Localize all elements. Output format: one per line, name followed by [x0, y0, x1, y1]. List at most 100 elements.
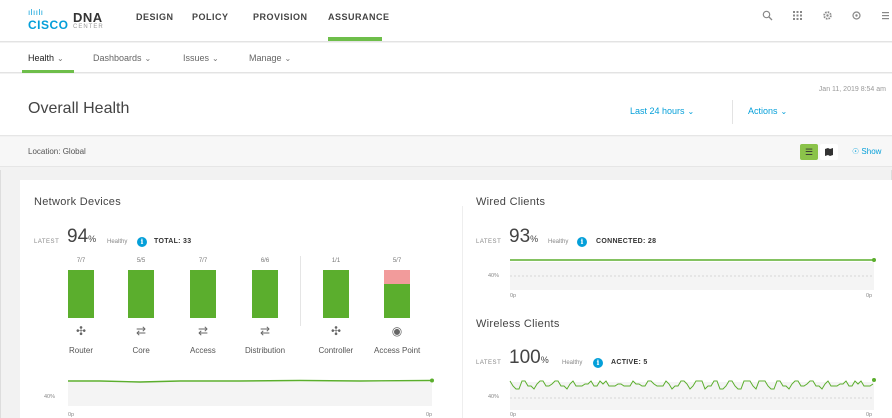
- unhealthy-segment: [384, 270, 410, 284]
- device-group-divider: [300, 256, 301, 326]
- latest-label: LATEST: [476, 239, 502, 245]
- device-health-bar[interactable]: [384, 270, 410, 318]
- device-health-bar[interactable]: [190, 270, 216, 318]
- device-category-label: Access: [190, 346, 216, 355]
- device-category-label: Access Point: [374, 346, 421, 355]
- wired-clients-health-value: 93%: [509, 226, 538, 248]
- x-axis-start-label: 0p: [68, 412, 75, 418]
- device-health-bar[interactable]: [252, 270, 278, 318]
- page-title: Overall Health: [28, 100, 130, 117]
- x-axis-start-label: 0p: [510, 412, 517, 418]
- y-axis-label: 40%: [44, 394, 56, 400]
- percent-sign: %: [540, 355, 549, 365]
- device-category-label: Core: [132, 346, 150, 355]
- cisco-dna-logo[interactable]: ılıılı CISCO DNA CENTER: [28, 8, 108, 34]
- device-fraction-label: 5/7: [392, 258, 402, 264]
- subnav-manage[interactable]: Manage ⌄: [249, 53, 291, 63]
- refresh-icon[interactable]: [851, 10, 862, 24]
- x-axis-start-label: 0p: [510, 293, 517, 299]
- device-fraction-label: 5/5: [136, 258, 146, 264]
- info-icon[interactable]: i: [137, 237, 147, 247]
- nav-design[interactable]: DESIGN: [136, 12, 174, 22]
- nav-assurance[interactable]: ASSURANCE: [328, 12, 390, 22]
- time-range-label: Last 24 hours: [630, 106, 685, 116]
- chevron-down-icon: ⌄: [144, 54, 152, 63]
- device-fraction-label: 7/7: [76, 258, 86, 264]
- healthy-label: Healthy: [562, 360, 583, 366]
- actions-label: Actions: [748, 106, 778, 116]
- chevron-down-icon: ⌄: [780, 107, 788, 116]
- active-subnav-indicator: [22, 70, 74, 73]
- location-label: Location: Global: [28, 147, 86, 156]
- chevron-down-icon: ⌄: [687, 107, 695, 116]
- chevron-down-icon: ⌄: [57, 54, 64, 63]
- search-icon[interactable]: [762, 10, 773, 24]
- chevron-down-icon: ⌄: [284, 54, 292, 63]
- info-icon[interactable]: i: [593, 358, 603, 368]
- wireless-clients-health-value: 100%: [509, 347, 549, 369]
- list-view-icon[interactable]: ☰: [800, 144, 818, 160]
- wired-clients-percent: 93: [509, 226, 531, 247]
- y-axis-label: 40%: [488, 273, 500, 279]
- device-category-label: Router: [69, 346, 94, 355]
- core-switch-icon: ⇄: [135, 324, 147, 338]
- header-divider: [732, 100, 733, 124]
- settings-icon[interactable]: [822, 10, 833, 24]
- network-devices-trend-chart: [68, 378, 434, 406]
- top-navigation-bar: ılıılı CISCO DNA CENTER DESIGN POLICY PR…: [0, 0, 892, 42]
- router-icon: ✣: [75, 324, 87, 338]
- y-axis-label: 40%: [488, 394, 500, 400]
- cisco-bars-logo: ılıılı: [28, 8, 44, 17]
- sub-navigation-bar: Health ⌄ Dashboards ⌄ Issues ⌄ Manage ⌄: [0, 43, 892, 73]
- wireless-clients-title: Wireless Clients: [476, 318, 560, 330]
- subnav-dashboards[interactable]: Dashboards ⌄: [93, 53, 151, 63]
- device-fraction-label: 1/1: [331, 258, 341, 264]
- subnav-issues-label: Issues: [183, 53, 210, 63]
- network-devices-percent: 94: [67, 226, 89, 247]
- device-fraction-label: 6/6: [260, 258, 270, 264]
- chevron-down-icon: ⌄: [212, 54, 219, 63]
- access-switch-icon: ⇄: [197, 324, 209, 338]
- product-subname: CENTER: [73, 24, 104, 30]
- nav-policy[interactable]: POLICY: [192, 12, 229, 22]
- percent-sign: %: [88, 234, 97, 244]
- map-view-icon[interactable]: [820, 144, 838, 160]
- x-axis-end-label: 0p: [426, 412, 433, 418]
- distribution-switch-icon: ⇄: [259, 324, 271, 338]
- x-axis-end-label: 0p: [866, 412, 873, 418]
- subnav-health-label: Health: [28, 53, 55, 63]
- active-nav-indicator: [328, 37, 382, 41]
- network-devices-title: Network Devices: [34, 196, 122, 208]
- actions-dropdown[interactable]: Actions ⌄: [748, 106, 787, 116]
- subnav-manage-label: Manage: [249, 53, 282, 63]
- menu-icon[interactable]: [880, 10, 890, 24]
- nav-provision[interactable]: PROVISION: [253, 12, 308, 22]
- device-health-bar[interactable]: [323, 270, 349, 318]
- subnav-dashboards-label: Dashboards: [93, 53, 142, 63]
- location-bar: Location: Global ☰ ☉ Show: [0, 137, 892, 167]
- device-health-bar[interactable]: [68, 270, 94, 318]
- device-health-bar[interactable]: [128, 270, 154, 318]
- product-name: DNA: [73, 10, 103, 25]
- device-category-label: Controller: [318, 346, 354, 355]
- controller-icon: ✣: [330, 324, 342, 338]
- network-devices-total: TOTAL: 33: [154, 238, 192, 245]
- apps-grid-icon[interactable]: [792, 10, 803, 24]
- healthy-label: Healthy: [548, 239, 569, 245]
- wireless-clients-active: ACTIVE: 5: [611, 359, 648, 366]
- time-range-dropdown[interactable]: Last 24 hours ⌄: [630, 106, 694, 116]
- last-updated-timestamp: Jan 11, 2019 8:54 am: [818, 86, 886, 93]
- subnav-health[interactable]: Health ⌄: [28, 53, 64, 63]
- x-axis-end-label: 0p: [866, 293, 873, 299]
- show-link-label: Show: [861, 147, 882, 156]
- eye-icon: ☉: [852, 147, 860, 156]
- network-devices-health-value: 94%: [67, 226, 96, 248]
- wired-clients-title: Wired Clients: [476, 196, 546, 208]
- wired-clients-trend-chart: [510, 258, 876, 290]
- access-point-icon: ◉: [391, 324, 403, 338]
- latest-label: LATEST: [476, 360, 502, 366]
- show-link[interactable]: ☉ Show: [852, 147, 881, 156]
- device-category-label: Distribution: [245, 346, 286, 355]
- info-icon[interactable]: i: [577, 237, 587, 247]
- subnav-issues[interactable]: Issues ⌄: [183, 53, 219, 63]
